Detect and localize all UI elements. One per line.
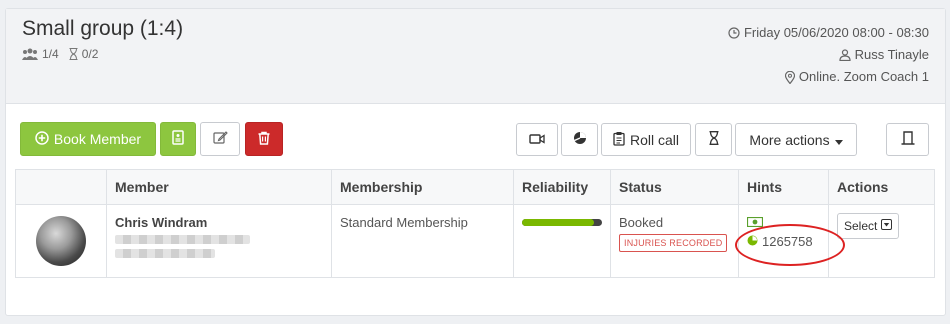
waitlist-count: 0/2 (81, 47, 99, 61)
avatar-cell (15, 204, 107, 278)
hourglass-icon (69, 48, 78, 60)
attendees-count: 1/4 (42, 47, 59, 61)
reliability-fill (522, 219, 594, 226)
avatar (36, 216, 86, 266)
member-cell: Chris Windram (106, 204, 332, 278)
waitlist-button[interactable] (695, 123, 732, 156)
money-icon (746, 215, 820, 230)
more-actions-label: More actions (749, 131, 830, 148)
caret-down-icon (834, 132, 843, 148)
book-member-label: Book Member (53, 131, 142, 147)
page-title: Small group (1:4) (22, 17, 184, 40)
coach-name[interactable]: Russ Tinayle (855, 44, 929, 66)
plus-circle-icon (35, 130, 49, 148)
trash-icon (258, 131, 270, 148)
member-card-button[interactable] (160, 122, 196, 156)
col-membership-header: Membership (331, 169, 514, 205)
edit-button[interactable] (200, 122, 240, 156)
more-actions-dropdown[interactable]: More actions (735, 123, 857, 156)
col-status-header: Status (610, 169, 739, 205)
session-counts: 1/4 0/2 (22, 47, 98, 61)
hint-number: 1265758 (762, 234, 813, 249)
user-icon (838, 49, 851, 61)
col-actions-header: Actions (828, 169, 935, 205)
session-meta: Friday 05/06/2020 08:00 - 08:30 Russ Tin… (728, 22, 929, 88)
users-icon (22, 48, 38, 60)
col-avatar-header (15, 169, 107, 205)
session-datetime: Friday 05/06/2020 08:00 - 08:30 (743, 25, 929, 40)
table-row: Chris Windram Standard Membership Booked… (15, 204, 935, 278)
caret-square-down-icon (881, 219, 893, 233)
actions-cell: Select (828, 204, 935, 278)
status-cell: Booked INJURIES RECORDED (610, 204, 739, 278)
hourglass-icon (709, 131, 719, 148)
membership-cell: Standard Membership (331, 204, 514, 278)
redacted-line (115, 235, 250, 244)
select-action-dropdown[interactable]: Select (837, 213, 900, 239)
clock-icon (728, 27, 740, 39)
reliability-bar (522, 219, 602, 226)
col-hints-header: Hints (738, 169, 829, 205)
door-icon (901, 131, 915, 148)
map-marker-icon (784, 70, 795, 84)
pie-chart-icon (573, 131, 587, 148)
roll-call-label: Roll call (629, 131, 679, 148)
status-text: Booked (619, 215, 664, 230)
address-card-icon (172, 130, 184, 148)
select-label: Select (844, 219, 878, 233)
edit-icon (212, 130, 228, 148)
clipboard-icon (613, 131, 625, 149)
video-camera-icon (529, 132, 545, 148)
hints-cell: 1265758 (738, 204, 829, 278)
roll-call-button[interactable]: Roll call (601, 123, 691, 156)
status-badge: INJURIES RECORDED (619, 234, 728, 252)
delete-button[interactable] (245, 122, 283, 156)
reliability-cell (513, 204, 611, 278)
member-name[interactable]: Chris Windram (115, 215, 323, 230)
session-location: Online. Zoom Coach 1 (798, 69, 929, 84)
redacted-line (115, 249, 215, 258)
video-button[interactable] (516, 123, 558, 156)
exit-button[interactable] (886, 123, 929, 156)
col-member-header: Member (106, 169, 332, 205)
col-reliability-header: Reliability (513, 169, 611, 205)
hint-number-row: 1265758 (747, 234, 820, 249)
chart-button[interactable] (561, 123, 598, 156)
table-header-row: Member Membership Reliability Status Hin… (15, 169, 935, 205)
session-header: Small group (1:4) 1/4 0/2 Friday 05/06/2… (6, 9, 945, 104)
pie-chart-icon (747, 234, 758, 249)
members-table: Member Membership Reliability Status Hin… (15, 169, 935, 278)
book-member-button[interactable]: Book Member (20, 122, 156, 156)
